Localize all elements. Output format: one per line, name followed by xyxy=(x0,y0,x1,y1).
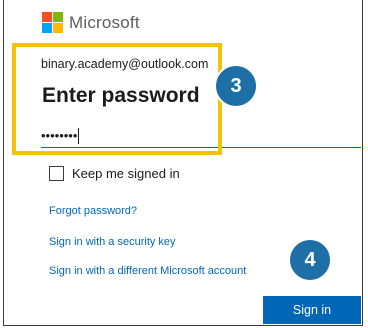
brand-name: Microsoft xyxy=(69,12,140,32)
password-masked-value: •••••••• xyxy=(41,128,78,143)
account-email: binary.academy@outlook.com xyxy=(41,57,209,71)
security-key-link[interactable]: Sign in with a security key xyxy=(49,236,176,248)
keep-signed-in-option[interactable]: Keep me signed in xyxy=(49,166,180,181)
keep-signed-in-checkbox[interactable] xyxy=(49,166,64,181)
brand-header: Microsoft xyxy=(42,12,140,33)
step-4-badge: 4 xyxy=(288,238,332,282)
sign-in-button[interactable]: Sign in xyxy=(263,296,361,324)
forgot-password-link[interactable]: Forgot password? xyxy=(49,205,137,217)
different-account-link[interactable]: Sign in with a different Microsoft accou… xyxy=(49,265,246,277)
step-3-badge: 3 xyxy=(214,64,258,108)
password-field[interactable]: •••••••• xyxy=(41,124,361,148)
page-title: Enter password xyxy=(42,84,200,107)
text-caret xyxy=(78,127,80,144)
microsoft-logo-icon xyxy=(42,12,63,33)
keep-signed-in-label: Keep me signed in xyxy=(72,166,180,181)
